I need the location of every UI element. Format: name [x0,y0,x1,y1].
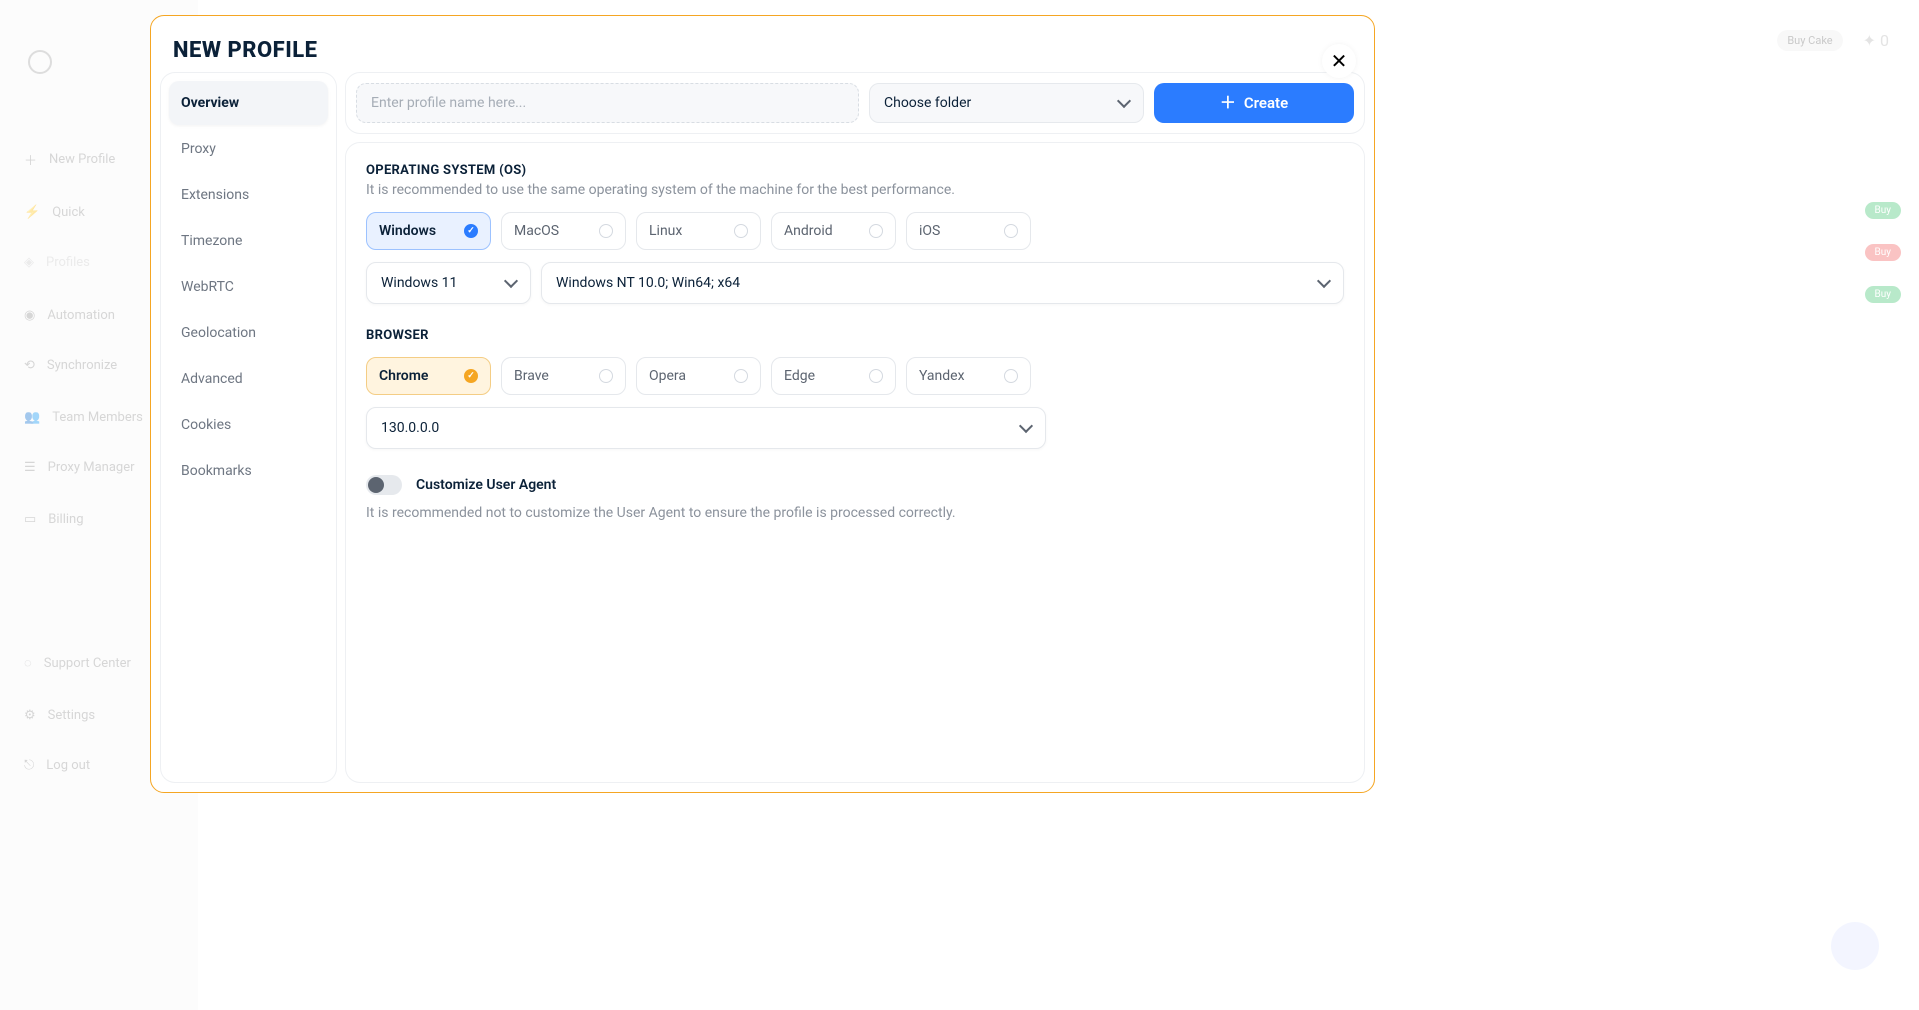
os-version-value: Windows 11 [381,275,457,291]
os-option-linux[interactable]: Linux [636,212,761,250]
browser-section-title: BROWSER [366,328,1344,343]
chevron-down-icon [1019,419,1033,433]
radio-icon [599,369,613,383]
tab-advanced[interactable]: Advanced [169,357,328,401]
chevron-down-icon [1317,274,1331,288]
browser-option-opera[interactable]: Opera [636,357,761,395]
tab-webrtc[interactable]: WebRTC [169,265,328,309]
tab-timezone[interactable]: Timezone [169,219,328,263]
top-row: Choose folder ＋ Create [346,73,1364,133]
customize-ua-toggle[interactable] [366,475,402,495]
os-option-macos[interactable]: MacOS [501,212,626,250]
os-ua-value: Windows NT 10.0; Win64; x64 [556,275,740,291]
overview-panel: OPERATING SYSTEM (OS) It is recommended … [346,143,1364,782]
browser-options: Chrome Brave Opera Edge Yandex [366,357,1344,395]
tab-overview[interactable]: Overview [169,81,328,125]
chevron-down-icon [504,274,518,288]
check-icon [464,369,478,383]
radio-icon [599,224,613,238]
chevron-down-icon [1117,94,1131,108]
browser-version-value: 130.0.0.0 [381,420,439,436]
os-option-ios[interactable]: iOS [906,212,1031,250]
radio-icon [869,224,883,238]
os-version-select[interactable]: Windows 11 [366,262,531,304]
radio-icon [734,369,748,383]
browser-version-select[interactable]: 130.0.0.0 [366,407,1046,449]
tab-cookies[interactable]: Cookies [169,403,328,447]
folder-select-label: Choose folder [884,95,971,111]
browser-option-brave[interactable]: Brave [501,357,626,395]
close-icon: ✕ [1331,49,1348,73]
os-option-android[interactable]: Android [771,212,896,250]
tabs-sidebar: Overview Proxy Extensions Timezone WebRT… [161,73,336,782]
folder-select[interactable]: Choose folder [869,83,1144,123]
browser-option-edge[interactable]: Edge [771,357,896,395]
create-button[interactable]: ＋ Create [1154,83,1354,123]
check-icon [464,224,478,238]
tab-bookmarks[interactable]: Bookmarks [169,449,328,493]
radio-icon [1004,224,1018,238]
radio-icon [869,369,883,383]
close-button[interactable]: ✕ [1322,44,1356,78]
profile-name-input[interactable] [356,83,859,123]
customize-ua-hint: It is recommended not to customize the U… [366,505,1344,521]
new-profile-modal: NEW PROFILE ✕ Overview Proxy Extensions … [150,15,1375,793]
browser-option-chrome[interactable]: Chrome [366,357,491,395]
os-option-windows[interactable]: Windows [366,212,491,250]
tab-geolocation[interactable]: Geolocation [169,311,328,355]
plus-icon: ＋ [1220,95,1236,111]
create-button-label: Create [1244,94,1288,112]
os-options: Windows MacOS Linux Android iOS [366,212,1344,250]
tab-extensions[interactable]: Extensions [169,173,328,217]
os-ua-select[interactable]: Windows NT 10.0; Win64; x64 [541,262,1344,304]
tab-proxy[interactable]: Proxy [169,127,328,171]
radio-icon [734,224,748,238]
radio-icon [1004,369,1018,383]
os-section-title: OPERATING SYSTEM (OS) [366,163,1344,178]
os-section-subtitle: It is recommended to use the same operat… [366,182,1344,198]
modal-title: NEW PROFILE [173,38,1352,63]
customize-ua-label: Customize User Agent [416,477,556,493]
browser-option-yandex[interactable]: Yandex [906,357,1031,395]
